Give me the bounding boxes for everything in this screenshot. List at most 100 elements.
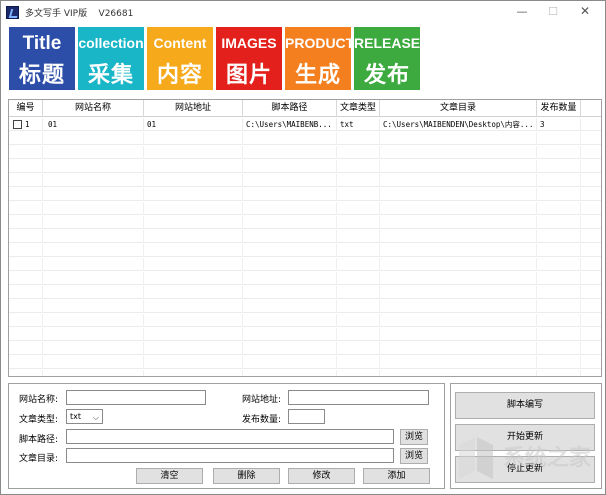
- article-dir-input[interactable]: [66, 448, 394, 463]
- grid-line: [379, 328, 380, 341]
- grid-line: [336, 272, 337, 285]
- action-panel: 脚本编写 开始更新 停止更新: [450, 383, 602, 489]
- grid-line: [42, 272, 43, 285]
- site-table[interactable]: 编号 网站名称 网站地址 脚本路径 文章类型 文章目录 发布数量 1 01 01…: [8, 99, 602, 377]
- grid-line: [143, 202, 144, 215]
- tile-product[interactable]: PRODUCT.. 生成: [285, 27, 351, 90]
- publish-count-input[interactable]: [288, 409, 325, 424]
- table-row[interactable]: 1 01 01 C:\Users\MAIBENB... txt C:\Users…: [9, 118, 601, 131]
- grid-line: [379, 202, 380, 215]
- grid-line: [379, 244, 380, 257]
- tile-content-zh: 内容: [156, 63, 203, 88]
- site-name-input[interactable]: [66, 390, 206, 405]
- grid-line: [143, 244, 144, 257]
- grid-line: [536, 230, 537, 243]
- cell-site-url: 01: [144, 118, 243, 131]
- empty-row: [9, 356, 601, 369]
- empty-row: [9, 342, 601, 355]
- grid-line: [242, 314, 243, 327]
- add-button[interactable]: 添加: [363, 468, 430, 484]
- grid-line: [536, 146, 537, 159]
- empty-row: [9, 188, 601, 201]
- script-path-label: 脚本路径:: [19, 435, 59, 445]
- tile-title-zh: 标题: [18, 63, 65, 88]
- modify-button[interactable]: 修改: [288, 468, 355, 484]
- column-header-script-path[interactable]: 脚本路径: [243, 100, 337, 117]
- browse-script-button[interactable]: 浏览: [400, 429, 428, 445]
- column-header-article-dir[interactable]: 文章目录: [380, 100, 537, 117]
- grid-line: [336, 132, 337, 145]
- grid-line: [143, 230, 144, 243]
- grid-line: [336, 244, 337, 257]
- grid-line: [42, 328, 43, 341]
- grid-line: [336, 300, 337, 313]
- empty-row: [9, 216, 601, 229]
- grid-line: [42, 132, 43, 145]
- chevron-down-icon: ⌵: [92, 413, 99, 422]
- stop-update-button[interactable]: 停止更新: [455, 456, 595, 483]
- grid-line: [536, 356, 537, 369]
- window-title: 多文写手 VIP版 V26681: [25, 9, 134, 19]
- empty-row: [9, 300, 601, 313]
- script-edit-button[interactable]: 脚本编写: [455, 392, 595, 419]
- maximize-button[interactable]: ☐: [542, 4, 564, 20]
- tile-title[interactable]: Title 标题: [9, 27, 75, 90]
- tile-images[interactable]: IMAGES 图片: [216, 27, 282, 90]
- column-header-publish-count[interactable]: 发布数量: [537, 100, 581, 117]
- grid-line: [42, 356, 43, 369]
- column-header-article-type[interactable]: 文章类型: [337, 100, 380, 117]
- tile-content[interactable]: Content 内容: [147, 27, 213, 90]
- grid-line: [536, 202, 537, 215]
- row-checkbox[interactable]: [13, 120, 22, 129]
- grid-line: [143, 160, 144, 173]
- delete-button[interactable]: 删除: [213, 468, 280, 484]
- grid-line: [42, 216, 43, 229]
- grid-line: [580, 216, 581, 229]
- grid-line: [336, 342, 337, 355]
- grid-line: [580, 146, 581, 159]
- tile-release-en: RELEASE: [354, 35, 420, 51]
- grid-line: [42, 286, 43, 299]
- grid-line: [242, 286, 243, 299]
- grid-line: [379, 272, 380, 285]
- empty-row: [9, 230, 601, 243]
- site-edit-form: 网站名称: 网站地址: 文章类型: txt ⌵ 发布数量: 脚本路径: 浏览 文…: [8, 383, 445, 489]
- start-update-button[interactable]: 开始更新: [455, 424, 595, 451]
- column-header-site-name[interactable]: 网站名称: [43, 100, 144, 117]
- browse-dir-button[interactable]: 浏览: [400, 448, 428, 464]
- grid-line: [42, 174, 43, 187]
- grid-line: [143, 174, 144, 187]
- script-path-input[interactable]: [66, 429, 394, 444]
- grid-line: [580, 132, 581, 145]
- grid-line: [42, 314, 43, 327]
- empty-row: [9, 160, 601, 173]
- grid-line: [379, 370, 380, 376]
- grid-line: [242, 244, 243, 257]
- grid-line: [242, 202, 243, 215]
- empty-row: [9, 328, 601, 341]
- column-header-site-url[interactable]: 网站地址: [144, 100, 243, 117]
- cell-id: 1: [22, 118, 43, 131]
- site-url-input[interactable]: [288, 390, 429, 405]
- grid-line: [242, 300, 243, 313]
- grid-line: [536, 258, 537, 271]
- tile-release[interactable]: RELEASE 发布: [354, 27, 420, 90]
- tile-release-zh: 发布: [363, 63, 410, 88]
- clear-button[interactable]: 清空: [136, 468, 203, 484]
- grid-line: [379, 314, 380, 327]
- grid-line: [536, 328, 537, 341]
- grid-line: [379, 132, 380, 145]
- grid-line: [379, 258, 380, 271]
- grid-line: [580, 160, 581, 173]
- tile-collection[interactable]: collection 采集: [78, 27, 144, 90]
- column-header-id[interactable]: 编号: [9, 100, 43, 117]
- grid-line: [336, 174, 337, 187]
- minimize-button[interactable]: —: [511, 4, 533, 20]
- tile-product-en: PRODUCT..: [285, 35, 351, 51]
- empty-row: [9, 202, 601, 215]
- close-button[interactable]: ✕: [574, 4, 596, 20]
- grid-line: [580, 300, 581, 313]
- article-type-select[interactable]: txt ⌵: [66, 409, 103, 424]
- grid-line: [42, 188, 43, 201]
- grid-line: [536, 160, 537, 173]
